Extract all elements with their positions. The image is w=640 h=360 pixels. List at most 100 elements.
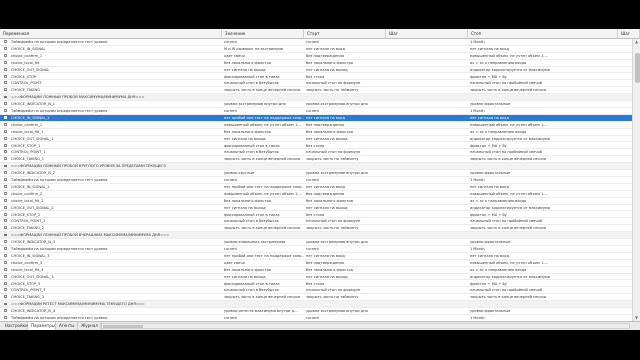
param-stop-cell[interactable]: нет сигнала на вход [468, 184, 618, 191]
param-value-cell[interactable]: нет сигнала на выход [222, 205, 304, 212]
table-row[interactable]: Таймфрейм на котором определяется тест у… [0, 177, 632, 184]
vertical-scroll-thumb[interactable] [634, 53, 640, 83]
param-stop-cell[interactable]: 1 Month [468, 177, 618, 184]
param-step-cell[interactable] [386, 246, 468, 253]
param-start-cell[interactable]: current [304, 39, 386, 46]
horizontal-scrollbar[interactable] [100, 323, 630, 329]
table-row[interactable]: CHOICE_TAKING_3 закрыть часть в конце веч… [0, 294, 632, 302]
param-stop-cell[interactable]: 1 Month [468, 39, 618, 46]
param-stop-cell[interactable]: уровни фрактальные [468, 239, 618, 246]
param-stop-cell[interactable]: ax > ac к направлению входа [468, 60, 618, 67]
param-start-cell[interactable]: уровни экстремумов внутри дня [304, 239, 386, 246]
row-checkbox[interactable] [4, 115, 7, 119]
row-checkbox[interactable] [4, 316, 7, 319]
table-row[interactable]: CHOICE_OUT_SIGNAL нет сигнала на выход нет… [0, 67, 632, 74]
param-value-cell[interactable]: нет сигнала на выход [222, 274, 304, 281]
param-stop-cell[interactable]: начальный стоп по пробойной свечой [468, 218, 618, 225]
param-value-cell[interactable]: M и W разворот не экстремуме [222, 46, 304, 53]
row-checkbox[interactable] [4, 129, 7, 133]
param-value-cell[interactable]: закрыть часть в конце вечерней сессии [222, 294, 304, 301]
param-start-cell[interactable]: закрыть часть по тайминту [304, 156, 386, 163]
param-start-cell[interactable]: нет сигнала на вход [304, 115, 386, 122]
row-checkbox[interactable] [4, 178, 7, 181]
param-value-cell[interactable]: начальный стоп в безубыток [222, 80, 304, 87]
row-checkbox[interactable] [4, 212, 7, 216]
param-step-cell[interactable] [386, 170, 468, 177]
param-value-cell[interactable]: начальный стоп в безубыток [222, 287, 304, 294]
param-stop-cell[interactable]: фрактал + МА + бу [468, 212, 618, 219]
row-checkbox[interactable] [4, 226, 7, 230]
row-checkbox[interactable] [4, 122, 7, 126]
param-stop-cell[interactable]: индикатор корректируется от максимума [468, 205, 618, 212]
param-step-cell[interactable] [386, 198, 468, 205]
param-start-cell[interactable]: без стопа [304, 212, 386, 219]
param-value-cell[interactable]: без локального фильтра [222, 60, 304, 67]
param-value-cell[interactable]: повышенный объем, не учтен объем 1-... [222, 122, 304, 129]
table-row[interactable]: Таймфрейм на котором определяется тест у… [0, 39, 632, 46]
param-value-cell[interactable]: без локального фильтра [222, 198, 304, 205]
param-value-cell[interactable]: нет пробой или тест на поддержке сопр... [222, 115, 304, 122]
table-row[interactable]: CONTROL_POINT_3 начальный стоп в безубыто… [0, 287, 632, 295]
param-start-cell[interactable]: начальный стоп по формуле [304, 149, 386, 156]
param-start-cell[interactable]: нет сигнала на вход [304, 253, 386, 260]
param-value-cell[interactable]: current [222, 39, 304, 46]
param-step-cell[interactable] [386, 149, 468, 156]
param-value-cell[interactable]: закрыть часть в конце вечерней сессии [222, 225, 304, 232]
row-checkbox[interactable] [4, 295, 7, 299]
param-stop-cell[interactable]: начальный стоп по пробойной свечой [468, 149, 618, 156]
param-step-cell[interactable] [386, 129, 468, 136]
param-step-cell[interactable] [386, 39, 468, 46]
column-header-1[interactable]: Значение [222, 29, 304, 39]
column-header-3[interactable]: Шаг [386, 29, 468, 39]
param-value-cell[interactable]: нет пробой или тест на поддержке сопр... [222, 253, 304, 260]
param-stop-cell[interactable]: закрыть часть в конце вечерней сессии [468, 294, 618, 301]
param-value-cell[interactable]: нет пробой или тест на поддержке сопр... [222, 184, 304, 191]
table-row[interactable]: choice_confirm_1 повышенный объем, не учт… [0, 122, 632, 129]
param-stop-cell[interactable]: повышенный объем, не учтен объем 1-... [468, 53, 618, 60]
row-checkbox[interactable] [4, 171, 7, 175]
param-start-cell[interactable]: current [304, 108, 386, 115]
table-row[interactable]: CHOICE_TAKING_2 закрыть часть в конце веч… [0, 225, 632, 233]
param-stop-cell[interactable]: нет сигнала на вход [468, 253, 618, 260]
table-row[interactable]: choice_local_filt без локального фильтра б… [0, 60, 632, 67]
param-start-cell[interactable]: нет сигнала на вход [304, 46, 386, 53]
param-step-cell[interactable] [386, 136, 468, 143]
table-row[interactable]: CHOICE_STOP_2 фиксированный стоп в тиках б… [0, 212, 632, 219]
param-step-cell[interactable] [386, 253, 468, 260]
section-row[interactable]: ===ФОРМАЦИИ РЕТЕСТ МАКСИМУМА/МИНИМУМА ТЕ… [0, 301, 632, 309]
row-checkbox[interactable] [4, 267, 7, 271]
param-start-cell[interactable]: без локального фильтра [304, 267, 386, 274]
table-row[interactable]: CHOICE_INDICATOR_N_3 уровни вчерашних экс… [0, 239, 632, 246]
row-checkbox[interactable] [4, 260, 7, 264]
tab-3[interactable]: Журнал [78, 322, 102, 330]
param-step-cell[interactable] [386, 156, 468, 163]
param-start-cell[interactable]: без локального фильтра [304, 198, 386, 205]
param-stop-cell[interactable]: повышенный объем, не учтен объем 1-... [468, 122, 618, 129]
param-start-cell[interactable]: закрыть часть по тайминту [304, 87, 386, 94]
table-row[interactable]: CHOICE_STOP_1 фиксированный стоп в тиках б… [0, 143, 632, 150]
row-checkbox[interactable] [4, 253, 7, 257]
param-step-cell[interactable] [386, 225, 468, 232]
row-checkbox[interactable] [4, 309, 7, 313]
row-checkbox[interactable] [4, 67, 7, 71]
param-start-cell[interactable]: без стопа [304, 281, 386, 288]
table-row[interactable]: CHOICE_OUT_SIGNAL_1 нет сигнала на выход н… [0, 136, 632, 143]
param-value-cell[interactable]: уровни экстремумов внутри дня [222, 101, 304, 108]
table-row[interactable]: Таймфрейм на котором определяется тест у… [0, 246, 632, 253]
param-start-cell[interactable]: без подтверждения [304, 53, 386, 60]
param-start-cell[interactable]: закрыть часть по тайминту [304, 225, 386, 232]
param-value-cell[interactable]: закрыть часть в конце вечерней сессии [222, 156, 304, 163]
param-start-cell[interactable]: без подтверждения [304, 260, 386, 267]
table-row[interactable]: choice_confirm_2 повышенный объем, не учт… [0, 191, 632, 198]
tab-1[interactable]: Параметры [28, 322, 56, 330]
scroll-up-icon[interactable]: ▲ [633, 39, 640, 45]
row-checkbox[interactable] [4, 288, 7, 292]
row-checkbox[interactable] [4, 240, 7, 244]
param-start-cell[interactable]: без стопа [304, 74, 386, 81]
param-value-cell[interactable]: повышенный объем, не учтен объем 1-... [222, 191, 304, 198]
row-checkbox[interactable] [4, 60, 7, 64]
param-stop-cell[interactable]: ax > ac к направлению входа [468, 267, 618, 274]
section-row[interactable]: ===ФОРМАЦИИ ЛОЖНЫЙ ПРОБОЙ ВЧЕРАШНИХ МАКС… [0, 232, 632, 240]
param-start-cell[interactable]: нет сигнала на выход [304, 274, 386, 281]
table-row[interactable]: CHOICE_INDICATOR_N_4 уровни ретеста макси… [0, 308, 632, 315]
